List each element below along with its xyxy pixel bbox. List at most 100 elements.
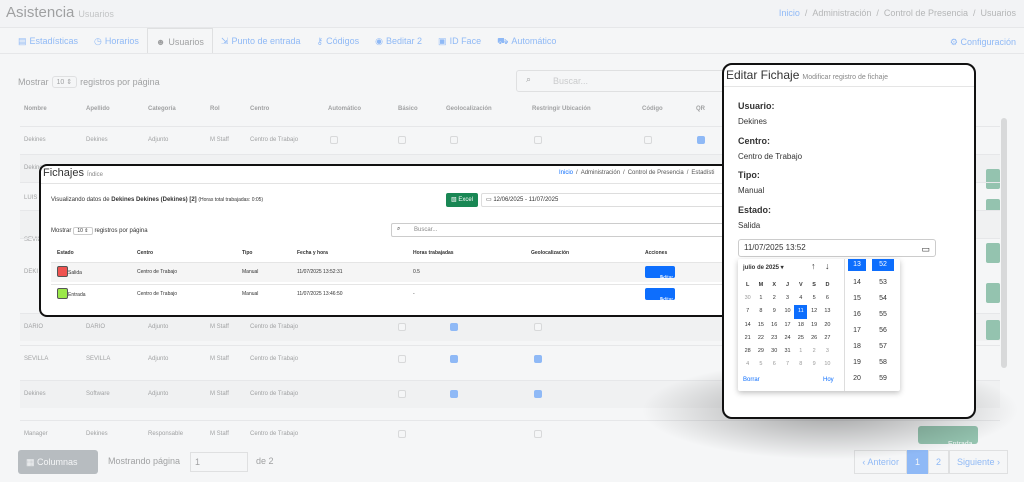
calendar-day[interactable]: 5 xyxy=(807,292,820,305)
calendar-day[interactable]: 26 xyxy=(807,332,820,345)
calendar-day[interactable]: 17 xyxy=(781,319,794,332)
page-input[interactable]: 1 xyxy=(190,452,248,472)
hour-option-selected[interactable]: 13 xyxy=(848,259,866,271)
geo-checkbox[interactable] xyxy=(450,390,458,398)
hour-option[interactable]: 19 xyxy=(845,355,869,371)
columns-button[interactable]: ▦ Columnas xyxy=(18,450,98,474)
breadcrumb-inicio[interactable]: Inicio xyxy=(559,170,573,176)
calendar-day[interactable]: 1 xyxy=(794,345,807,358)
breadcrumb-admin[interactable]: Administración xyxy=(812,8,871,18)
calendar-day[interactable]: 15 xyxy=(754,319,767,332)
prev-month-arrow-icon[interactable]: ↑ xyxy=(811,261,816,271)
automatico-checkbox[interactable] xyxy=(330,136,338,144)
minute-option[interactable]: 54 xyxy=(869,291,897,307)
calendar-day[interactable]: 22 xyxy=(754,332,767,345)
next-month-arrow-icon[interactable]: ↓ xyxy=(825,261,830,271)
calendar-day[interactable]: 19 xyxy=(807,319,820,332)
scrollbar-thumb[interactable] xyxy=(1001,118,1007,368)
col-tipo[interactable]: Tipo xyxy=(242,250,252,256)
tab-estadisticas[interactable]: ▤ Estadísticas xyxy=(10,28,86,53)
col-centro[interactable]: Centro xyxy=(250,106,269,112)
calendar-day[interactable]: 1 xyxy=(754,292,767,305)
datetime-input[interactable]: 11/07/2025 13:52 ▭ xyxy=(738,239,936,257)
restringir-checkbox[interactable] xyxy=(534,323,542,331)
minute-option[interactable]: 56 xyxy=(869,323,897,339)
hour-option[interactable]: 18 xyxy=(845,339,869,355)
col-codigo[interactable]: Código xyxy=(642,106,663,112)
calendar-day[interactable]: 31 xyxy=(781,345,794,358)
calendar-day[interactable]: 10 xyxy=(781,305,794,318)
calendar-day[interactable]: 6 xyxy=(768,358,781,371)
tab-codigos[interactable]: ⚷ Códigos xyxy=(309,28,368,53)
restringir-checkbox[interactable] xyxy=(534,136,542,144)
tab-beditar[interactable]: ◉ Beditar 2 xyxy=(367,28,430,53)
minute-option[interactable]: 57 xyxy=(869,339,897,355)
restringir-checkbox[interactable] xyxy=(534,430,542,438)
length-select[interactable]: 10 ⇕ xyxy=(51,76,78,88)
geo-checkbox[interactable] xyxy=(450,136,458,144)
calendar-day[interactable]: 8 xyxy=(794,358,807,371)
col-estado[interactable]: Estado xyxy=(57,250,74,256)
edit-button[interactable]: ✎ Editar xyxy=(645,266,675,281)
breadcrumb-inicio[interactable]: Inicio xyxy=(779,8,800,18)
col-basico[interactable]: Básico xyxy=(398,106,418,112)
calendar-day[interactable]: 8 xyxy=(754,305,767,318)
calendar-day[interactable]: 29 xyxy=(754,345,767,358)
today-button[interactable]: Hoy xyxy=(823,377,834,383)
hour-option[interactable]: 14 xyxy=(845,275,869,291)
tab-horarios[interactable]: ◷ Horarios xyxy=(86,28,147,53)
calendar-day[interactable]: 4 xyxy=(794,292,807,305)
calendar-day[interactable]: 13 xyxy=(821,305,834,318)
calendar-day[interactable]: 24 xyxy=(781,332,794,345)
geo-checkbox[interactable] xyxy=(450,323,458,331)
minute-option-selected[interactable]: 52 xyxy=(872,259,894,271)
minute-option[interactable]: 55 xyxy=(869,307,897,323)
hour-option[interactable]: 17 xyxy=(845,323,869,339)
calendar-day[interactable]: 30 xyxy=(741,292,754,305)
calendar-day[interactable]: 7 xyxy=(781,358,794,371)
next-page-button[interactable]: Siguiente › xyxy=(948,450,1008,474)
qr-checkbox[interactable] xyxy=(697,136,705,144)
length-select[interactable]: 10 ⇕ xyxy=(73,227,93,235)
tab-id-face[interactable]: ▣ ID Face xyxy=(430,28,489,53)
col-centro[interactable]: Centro xyxy=(137,250,153,256)
col-geolocalizacion[interactable]: Geolocalización xyxy=(531,250,569,256)
restringir-checkbox[interactable] xyxy=(534,390,542,398)
calendar-day[interactable]: 2 xyxy=(807,345,820,358)
calendar-day[interactable]: 18 xyxy=(794,319,807,332)
col-horas[interactable]: Horas trabajadas xyxy=(413,250,454,256)
geo-checkbox[interactable] xyxy=(450,355,458,363)
calendar-day[interactable]: 6 xyxy=(821,292,834,305)
calendar-icon[interactable]: ▭ xyxy=(921,241,930,257)
calendar-day[interactable]: 4 xyxy=(741,358,754,371)
hour-option[interactable]: 15 xyxy=(845,291,869,307)
calendar-day[interactable]: 23 xyxy=(768,332,781,345)
edit-button[interactable]: ✎ Editar xyxy=(645,288,675,303)
calendar-day[interactable]: 3 xyxy=(821,345,834,358)
calendar-day[interactable]: 16 xyxy=(768,319,781,332)
calendar-day[interactable]: 3 xyxy=(781,292,794,305)
fichajes-search-input[interactable]: Buscar... xyxy=(391,223,763,237)
minute-option[interactable]: 58 xyxy=(869,355,897,371)
basico-checkbox[interactable] xyxy=(398,355,406,363)
calendar-day[interactable]: 9 xyxy=(768,305,781,318)
config-link[interactable]: ⚙ Configuración xyxy=(950,37,1016,48)
calendar-day[interactable]: 5 xyxy=(754,358,767,371)
calendar-day[interactable]: 2 xyxy=(768,292,781,305)
breadcrumb-control[interactable]: Control de Presencia xyxy=(628,170,684,176)
minute-option[interactable]: 59 xyxy=(869,371,897,387)
excel-button[interactable]: ▧ Excel xyxy=(446,193,478,207)
calendar-day-selected[interactable]: 11 xyxy=(794,305,808,319)
col-categoria[interactable]: Categoría xyxy=(148,106,176,112)
basico-checkbox[interactable] xyxy=(398,430,406,438)
tab-punto-entrada[interactable]: ⇲ Punto de entrada xyxy=(213,28,309,53)
calendar-day[interactable]: 30 xyxy=(768,345,781,358)
calendar-day[interactable]: 21 xyxy=(741,332,754,345)
basico-checkbox[interactable] xyxy=(398,390,406,398)
basico-checkbox[interactable] xyxy=(398,136,406,144)
hour-option[interactable]: 16 xyxy=(845,307,869,323)
calendar-day[interactable]: 28 xyxy=(741,345,754,358)
calendar-day[interactable]: 25 xyxy=(794,332,807,345)
month-selector[interactable]: julio de 2025 ▾ xyxy=(743,264,784,271)
col-fecha[interactable]: Fecha y hora xyxy=(297,250,328,256)
